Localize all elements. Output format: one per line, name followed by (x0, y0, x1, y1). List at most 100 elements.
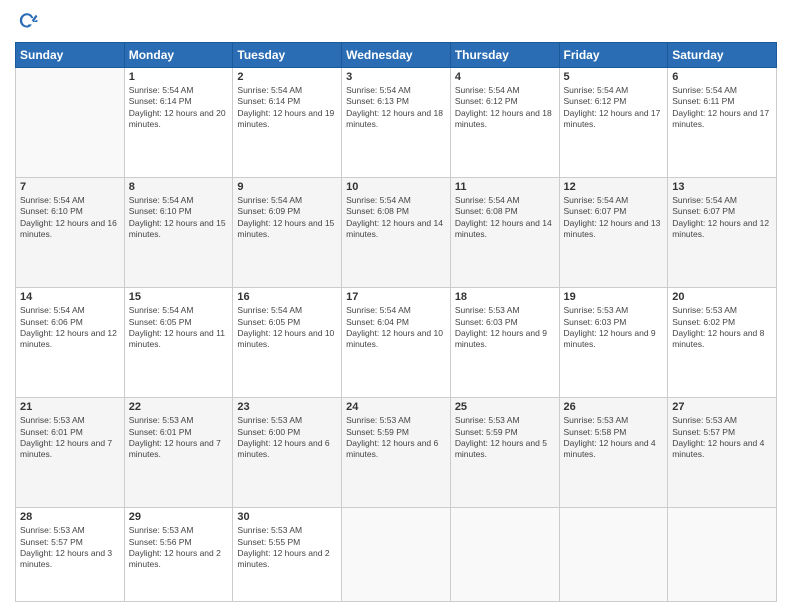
weekday-header-monday: Monday (124, 43, 233, 68)
calendar-cell: 28 Sunrise: 5:53 AMSunset: 5:57 PMDayligh… (16, 508, 125, 602)
day-number: 9 (237, 181, 337, 193)
weekday-header-row: SundayMondayTuesdayWednesdayThursdayFrid… (16, 43, 777, 68)
day-number: 3 (346, 71, 446, 83)
calendar-cell: 15 Sunrise: 5:54 AMSunset: 6:05 PMDayligh… (124, 288, 233, 398)
calendar-cell: 24 Sunrise: 5:53 AMSunset: 5:59 PMDayligh… (342, 398, 451, 508)
day-number: 24 (346, 401, 446, 413)
calendar-cell: 4 Sunrise: 5:54 AMSunset: 6:12 PMDaylight… (450, 68, 559, 178)
calendar-cell: 10Sunrise: 5:54 AMSunset: 6:08 PMDayligh… (342, 178, 451, 288)
calendar-cell: 5Sunrise: 5:54 AMSunset: 6:12 PMDaylight… (559, 68, 668, 178)
day-number: 2 (237, 71, 337, 83)
day-number: 16 (237, 291, 337, 303)
weekday-header-sunday: Sunday (16, 43, 125, 68)
calendar-cell: 20Sunrise: 5:53 AMSunset: 6:02 PMDayligh… (668, 288, 777, 398)
day-number: 12 (564, 181, 664, 193)
day-number: 4 (455, 71, 555, 83)
cell-content: Sunrise: 5:53 AMSunset: 5:58 PMDaylight:… (564, 415, 664, 461)
cell-content: Sunrise: 5:53 AMSunset: 6:00 PMDaylight:… (237, 415, 337, 461)
calendar-cell: 13 Sunrise: 5:54 AMSunset: 6:07 PMDayligh… (668, 178, 777, 288)
cell-content: Sunrise: 5:54 AMSunset: 6:14 PMDaylight:… (237, 85, 337, 131)
calendar-cell: 1 Sunrise: 5:54 AMSunset: 6:14 PMDaylight… (124, 68, 233, 178)
day-number: 18 (455, 291, 555, 303)
day-number: 21 (20, 401, 120, 413)
day-number: 1 (129, 71, 229, 83)
cell-content: Sunrise: 5:53 AMSunset: 5:56 PMDaylight:… (129, 525, 229, 571)
calendar-cell: 3 Sunrise: 5:54 AMSunset: 6:13 PMDaylight… (342, 68, 451, 178)
cell-content: Sunrise: 5:54 AMSunset: 6:06 PMDaylight:… (20, 305, 120, 351)
calendar-cell: 30Sunrise: 5:53 AMSunset: 5:55 PMDayligh… (233, 508, 342, 602)
calendar-cell: 21 Sunrise: 5:53 AMSunset: 6:01 PMDayligh… (16, 398, 125, 508)
cell-content: Sunrise: 5:53 AMSunset: 5:59 PMDaylight:… (455, 415, 555, 461)
day-number: 26 (564, 401, 664, 413)
calendar-cell: 7 Sunrise: 5:54 AMSunset: 6:10 PMDaylight… (16, 178, 125, 288)
calendar-cell: 27 Sunrise: 5:53 AMSunset: 5:57 PMDayligh… (668, 398, 777, 508)
day-number: 27 (672, 401, 772, 413)
calendar-cell: 29 Sunrise: 5:53 AMSunset: 5:56 PMDayligh… (124, 508, 233, 602)
cell-content: Sunrise: 5:54 AMSunset: 6:07 PMDaylight:… (672, 195, 772, 241)
calendar-cell: 6 Sunrise: 5:54 AMSunset: 6:11 PMDaylight… (668, 68, 777, 178)
calendar-cell (16, 68, 125, 178)
logo-icon (15, 10, 39, 34)
cell-content: Sunrise: 5:53 AMSunset: 5:59 PMDaylight:… (346, 415, 446, 461)
week-row-4: 21 Sunrise: 5:53 AMSunset: 6:01 PMDayligh… (16, 398, 777, 508)
weekday-header-wednesday: Wednesday (342, 43, 451, 68)
day-number: 25 (455, 401, 555, 413)
day-number: 30 (237, 511, 337, 523)
calendar-cell: 2 Sunrise: 5:54 AMSunset: 6:14 PMDaylight… (233, 68, 342, 178)
day-number: 14 (20, 291, 120, 303)
calendar-table: SundayMondayTuesdayWednesdayThursdayFrid… (15, 42, 777, 602)
calendar-cell: 25 Sunrise: 5:53 AMSunset: 5:59 PMDayligh… (450, 398, 559, 508)
header (15, 10, 777, 34)
calendar-cell (342, 508, 451, 602)
cell-content: Sunrise: 5:54 AMSunset: 6:04 PMDaylight:… (346, 305, 446, 351)
cell-content: Sunrise: 5:54 AMSunset: 6:09 PMDaylight:… (237, 195, 337, 241)
day-number: 28 (20, 511, 120, 523)
day-number: 13 (672, 181, 772, 193)
day-number: 7 (20, 181, 120, 193)
cell-content: Sunrise: 5:53 AMSunset: 6:01 PMDaylight:… (129, 415, 229, 461)
cell-content: Sunrise: 5:53 AMSunset: 6:01 PMDaylight:… (20, 415, 120, 461)
logo (15, 10, 43, 34)
weekday-header-thursday: Thursday (450, 43, 559, 68)
calendar-cell: 23Sunrise: 5:53 AMSunset: 6:00 PMDayligh… (233, 398, 342, 508)
cell-content: Sunrise: 5:53 AMSunset: 6:03 PMDaylight:… (564, 305, 664, 351)
calendar-cell (450, 508, 559, 602)
day-number: 17 (346, 291, 446, 303)
calendar-cell: 8 Sunrise: 5:54 AMSunset: 6:10 PMDaylight… (124, 178, 233, 288)
cell-content: Sunrise: 5:54 AMSunset: 6:11 PMDaylight:… (672, 85, 772, 131)
cell-content: Sunrise: 5:54 AMSunset: 6:07 PMDaylight:… (564, 195, 664, 241)
calendar-cell: 11Sunrise: 5:54 AMSunset: 6:08 PMDayligh… (450, 178, 559, 288)
page: SundayMondayTuesdayWednesdayThursdayFrid… (0, 0, 792, 612)
cell-content: Sunrise: 5:54 AMSunset: 6:05 PMDaylight:… (129, 305, 229, 351)
day-number: 6 (672, 71, 772, 83)
weekday-header-tuesday: Tuesday (233, 43, 342, 68)
day-number: 15 (129, 291, 229, 303)
calendar-cell: 14 Sunrise: 5:54 AMSunset: 6:06 PMDayligh… (16, 288, 125, 398)
day-number: 19 (564, 291, 664, 303)
calendar-cell: 12 Sunrise: 5:54 AMSunset: 6:07 PMDayligh… (559, 178, 668, 288)
calendar-cell: 9 Sunrise: 5:54 AMSunset: 6:09 PMDaylight… (233, 178, 342, 288)
cell-content: Sunrise: 5:53 AMSunset: 6:02 PMDaylight:… (672, 305, 772, 351)
cell-content: Sunrise: 5:54 AMSunset: 6:10 PMDaylight:… (20, 195, 120, 241)
week-row-5: 28 Sunrise: 5:53 AMSunset: 5:57 PMDayligh… (16, 508, 777, 602)
cell-content: Sunrise: 5:54 AMSunset: 6:14 PMDaylight:… (129, 85, 229, 131)
calendar-cell: 22 Sunrise: 5:53 AMSunset: 6:01 PMDayligh… (124, 398, 233, 508)
day-number: 10 (346, 181, 446, 193)
cell-content: Sunrise: 5:54 AMSunset: 6:12 PMDaylight:… (455, 85, 555, 131)
cell-content: Sunrise: 5:53 AMSunset: 5:57 PMDaylight:… (20, 525, 120, 571)
calendar-cell: 19 Sunrise: 5:53 AMSunset: 6:03 PMDayligh… (559, 288, 668, 398)
cell-content: Sunrise: 5:53 AMSunset: 6:03 PMDaylight:… (455, 305, 555, 351)
calendar-cell: 16 Sunrise: 5:54 AMSunset: 6:05 PMDayligh… (233, 288, 342, 398)
calendar-cell: 18 Sunrise: 5:53 AMSunset: 6:03 PMDayligh… (450, 288, 559, 398)
day-number: 29 (129, 511, 229, 523)
cell-content: Sunrise: 5:54 AMSunset: 6:10 PMDaylight:… (129, 195, 229, 241)
cell-content: Sunrise: 5:54 AMSunset: 6:05 PMDaylight:… (237, 305, 337, 351)
day-number: 5 (564, 71, 664, 83)
cell-content: Sunrise: 5:53 AMSunset: 5:57 PMDaylight:… (672, 415, 772, 461)
calendar-cell: 26 Sunrise: 5:53 AMSunset: 5:58 PMDayligh… (559, 398, 668, 508)
week-row-3: 14 Sunrise: 5:54 AMSunset: 6:06 PMDayligh… (16, 288, 777, 398)
day-number: 22 (129, 401, 229, 413)
weekday-header-friday: Friday (559, 43, 668, 68)
day-number: 8 (129, 181, 229, 193)
cell-content: Sunrise: 5:54 AMSunset: 6:13 PMDaylight:… (346, 85, 446, 131)
